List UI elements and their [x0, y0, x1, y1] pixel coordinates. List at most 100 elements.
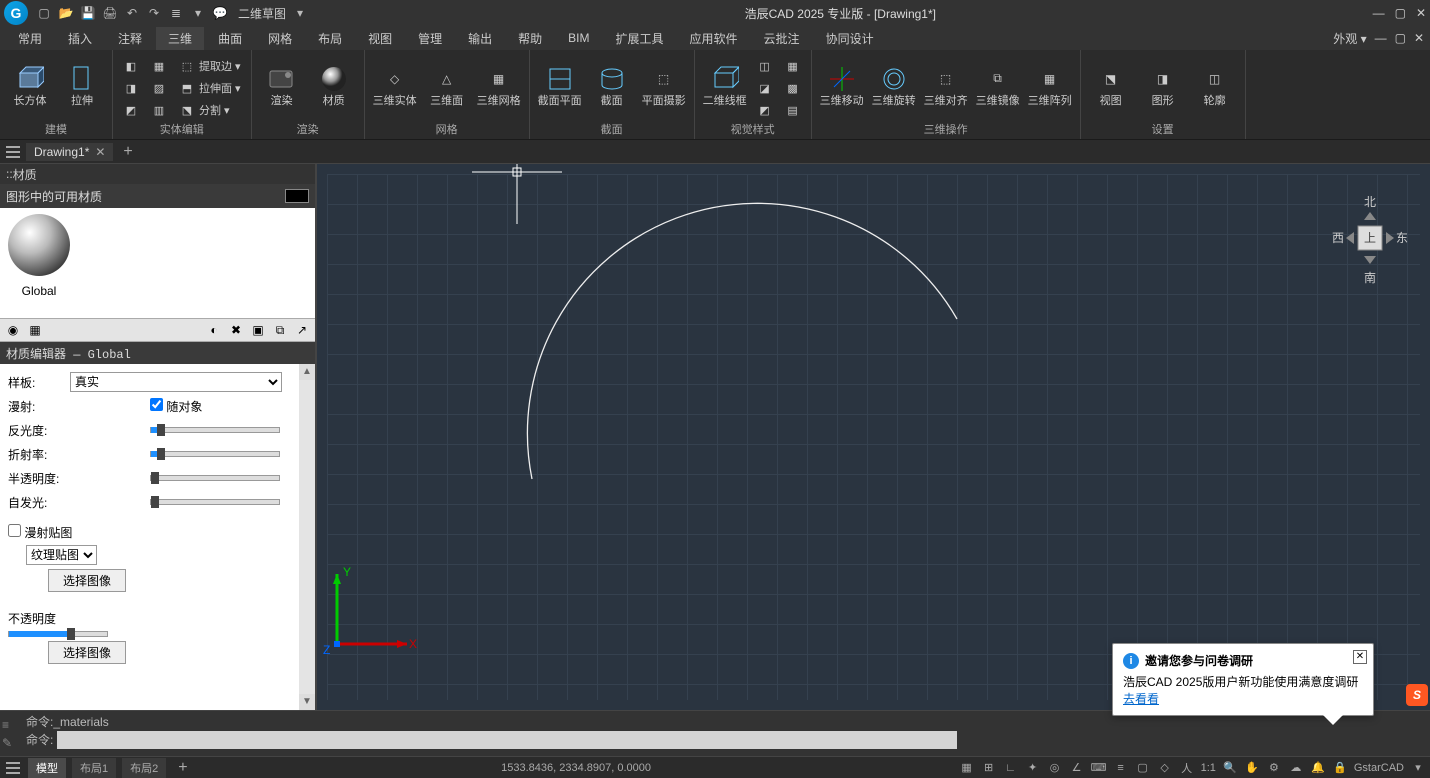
menu-ext[interactable]: 扩展工具: [604, 27, 676, 50]
add-tab-icon[interactable]: +: [117, 143, 138, 161]
menu-cloud[interactable]: 云批注: [752, 27, 812, 50]
select-image-button-1[interactable]: 选择图像: [48, 569, 126, 592]
ime-badge-icon[interactable]: S: [1406, 684, 1428, 706]
cloud-icon[interactable]: ☁: [1288, 760, 1304, 776]
popup-link[interactable]: 去看看: [1123, 690, 1363, 707]
new-icon[interactable]: ▢: [36, 5, 52, 21]
split-button[interactable]: ⬔分割 ▾: [175, 100, 245, 120]
iso-icon[interactable]: ◇: [1157, 760, 1173, 776]
section-plane-button[interactable]: 截面平面: [536, 52, 584, 120]
layout-menu-icon[interactable]: [4, 759, 22, 777]
delete-material-icon[interactable]: ✖: [227, 321, 245, 339]
material-color-swatch[interactable]: [285, 189, 309, 203]
3d-mesh-button[interactable]: ▦三维网格: [475, 52, 523, 120]
comment-icon[interactable]: 💬: [212, 5, 228, 21]
3d-mirror-button[interactable]: ⧉三维镜像: [974, 52, 1022, 120]
lock-icon[interactable]: 🔒: [1332, 760, 1348, 776]
section-button[interactable]: 截面: [588, 52, 636, 120]
snap-icon[interactable]: ⊞: [981, 760, 997, 776]
doc-close-icon[interactable]: ✕: [1414, 31, 1424, 45]
tab-menu-icon[interactable]: [4, 143, 22, 161]
command-line[interactable]: ≡ ✎ 命令:_materials 命令:: [0, 710, 1430, 756]
model-icon[interactable]: ▢: [1135, 760, 1151, 776]
solid-icon-6[interactable]: ▥: [147, 100, 171, 120]
extrude-button[interactable]: 拉伸: [58, 52, 106, 120]
popup-close-icon[interactable]: ✕: [1353, 650, 1367, 664]
extrude-face-button[interactable]: ⬒拉伸面 ▾: [175, 78, 245, 98]
solid-icon-3[interactable]: ◩: [119, 100, 143, 120]
box-button[interactable]: 长方体: [6, 52, 54, 120]
tab-close-icon[interactable]: ✕: [95, 145, 105, 159]
diffuse-map-check[interactable]: [8, 524, 21, 537]
export-material-icon[interactable]: ↗: [293, 321, 311, 339]
undo-icon[interactable]: ↶: [124, 5, 140, 21]
profile-button[interactable]: ◫轮廓: [1191, 52, 1239, 120]
menu-3d[interactable]: 三维: [156, 27, 204, 50]
otrack-icon[interactable]: ∠: [1069, 760, 1085, 776]
menu-bim[interactable]: BIM: [556, 28, 601, 48]
open-icon[interactable]: 📂: [58, 5, 74, 21]
appearance-dropdown[interactable]: 外观 ▾: [1333, 30, 1366, 47]
notification-icon[interactable]: 🔔: [1310, 760, 1326, 776]
layout-tab-2[interactable]: 布局2: [122, 758, 166, 778]
polar-icon[interactable]: ✦: [1025, 760, 1041, 776]
material-item-global[interactable]: Global: [6, 214, 72, 312]
lwt-icon[interactable]: ≡: [1113, 760, 1129, 776]
opacity-slider[interactable]: [8, 631, 108, 637]
menu-apps[interactable]: 应用软件: [678, 27, 750, 50]
plot-icon[interactable]: 🖨: [102, 5, 118, 21]
template-select[interactable]: 真实: [70, 372, 282, 392]
vis-style-4[interactable]: ▦: [781, 56, 805, 76]
vis-style-2[interactable]: ◪: [753, 78, 777, 98]
cmd-history-icon[interactable]: ≡: [2, 718, 18, 732]
solid-icon-5[interactable]: ▨: [147, 78, 171, 98]
solid-icon-1[interactable]: ◧: [119, 56, 143, 76]
cmd-input[interactable]: [57, 731, 957, 749]
materials-button[interactable]: 材质: [310, 52, 358, 120]
close-icon[interactable]: ✕: [1416, 6, 1426, 20]
3d-array-button[interactable]: ▦三维阵列: [1026, 52, 1074, 120]
ortho-icon[interactable]: ∟: [1003, 760, 1019, 776]
menu-output[interactable]: 输出: [456, 27, 504, 50]
apply-material-icon[interactable]: ▣: [249, 321, 267, 339]
emit-slider[interactable]: [150, 499, 280, 505]
menu-common[interactable]: 常用: [6, 27, 54, 50]
menu-layout[interactable]: 布局: [306, 27, 354, 50]
render-button[interactable]: 渲染: [258, 52, 306, 120]
3d-align-button[interactable]: ⬚三维对齐: [922, 52, 970, 120]
view-cube[interactable]: 北 南 西 东 上: [1330, 194, 1410, 274]
add-layout-icon[interactable]: +: [172, 759, 193, 777]
dyn-icon[interactable]: ⌨: [1091, 760, 1107, 776]
zoom-icon[interactable]: 🔍: [1222, 760, 1238, 776]
vis-style-5[interactable]: ▩: [781, 78, 805, 98]
expand-icon[interactable]: ▾: [1410, 760, 1426, 776]
2d-wireframe-button[interactable]: 二维线框: [701, 52, 749, 120]
select-image-button-2[interactable]: 选择图像: [48, 641, 126, 664]
cmd-input-icon[interactable]: ✎: [2, 736, 18, 750]
menu-manage[interactable]: 管理: [406, 27, 454, 50]
diffuse-check[interactable]: [150, 398, 163, 411]
chevron-down-icon[interactable]: ▾: [292, 5, 308, 21]
graphics-button[interactable]: ◨图形: [1139, 52, 1187, 120]
3d-face-button[interactable]: △三维面: [423, 52, 471, 120]
layout-tab-1[interactable]: 布局1: [72, 758, 116, 778]
solid-icon-4[interactable]: ▦: [147, 56, 171, 76]
maximize-icon[interactable]: ▢: [1395, 6, 1406, 20]
pan-icon[interactable]: ✋: [1244, 760, 1260, 776]
menu-annotate[interactable]: 注释: [106, 27, 154, 50]
copy-material-icon[interactable]: ⧉: [271, 321, 289, 339]
menu-view[interactable]: 视图: [356, 27, 404, 50]
vis-style-6[interactable]: ▤: [781, 100, 805, 120]
checker-view-icon[interactable]: ▦: [26, 321, 44, 339]
grid-icon[interactable]: ▦: [959, 760, 975, 776]
settings-icon[interactable]: ⚙: [1266, 760, 1282, 776]
refr-slider[interactable]: [150, 451, 280, 457]
refl-slider[interactable]: [150, 427, 280, 433]
app-logo-icon[interactable]: G: [4, 1, 28, 25]
extract-edge-button[interactable]: ⬚提取边 ▾: [175, 56, 245, 76]
doc-restore-icon[interactable]: ▢: [1395, 31, 1406, 45]
sphere-view-icon[interactable]: ◉: [4, 321, 22, 339]
minimize-icon[interactable]: —: [1373, 6, 1385, 20]
view-button[interactable]: ⬔视图: [1087, 52, 1135, 120]
anno-icon[interactable]: 人: [1179, 760, 1195, 776]
